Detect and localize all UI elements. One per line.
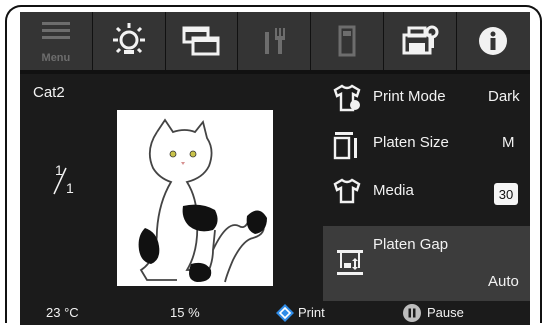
pause-label: Pause (427, 305, 464, 320)
brightness-button[interactable] (92, 12, 166, 70)
pause-button[interactable]: Pause (402, 301, 492, 325)
tshirt-print-mode-icon (333, 84, 361, 112)
media-label: Media (373, 182, 414, 199)
job-name: Cat2 (33, 84, 65, 101)
fraction-denominator: 1 (66, 180, 74, 196)
cat-image (138, 118, 267, 283)
tshirt-media-icon (333, 178, 361, 204)
pause-icon (403, 304, 421, 322)
windows-icon (182, 26, 220, 56)
info-button[interactable] (456, 12, 530, 70)
menu-label: Menu (41, 52, 71, 64)
platen-gap-button[interactable]: Platen Gap Auto (323, 226, 530, 301)
print-mode-label: Print Mode (373, 88, 446, 105)
temperature-readout: 23 °C (46, 305, 79, 320)
menu-button[interactable]: Menu (20, 12, 93, 70)
cartridge-icon (338, 25, 356, 57)
design-preview[interactable] (117, 110, 273, 286)
platen-gap-label: Platen Gap (373, 236, 449, 253)
tools-icon (265, 28, 286, 54)
platen-size-icon (333, 132, 357, 160)
print-mode-value[interactable]: Dark (488, 88, 520, 105)
status-bar: 23 °C 15 % Print Pause (20, 301, 530, 325)
platen-gap-icon (337, 250, 363, 275)
printer-screen: Menu Cat2 1 1 Print Mode Dark Platen Siz… (20, 12, 530, 325)
platen-size-value[interactable]: M (502, 134, 515, 151)
cartridge-button[interactable] (311, 12, 384, 70)
media-value-badge[interactable]: 30 (494, 183, 518, 205)
print-button[interactable]: Print (275, 301, 345, 325)
platen-gap-value: Auto (488, 273, 519, 290)
platen-size-label: Platen Size (373, 134, 449, 151)
printer-settings-icon (402, 25, 439, 55)
tools-button[interactable] (238, 12, 312, 70)
print-label: Print (298, 305, 325, 320)
windows-button[interactable] (165, 12, 239, 70)
printer-settings-button[interactable] (383, 12, 457, 70)
progress-percent: 15 % (170, 305, 200, 320)
menu-icon (41, 22, 70, 39)
info-icon (479, 27, 508, 55)
brightness-icon (112, 23, 145, 54)
print-diamond-icon (276, 304, 294, 322)
toolbar: Menu (20, 12, 530, 74)
